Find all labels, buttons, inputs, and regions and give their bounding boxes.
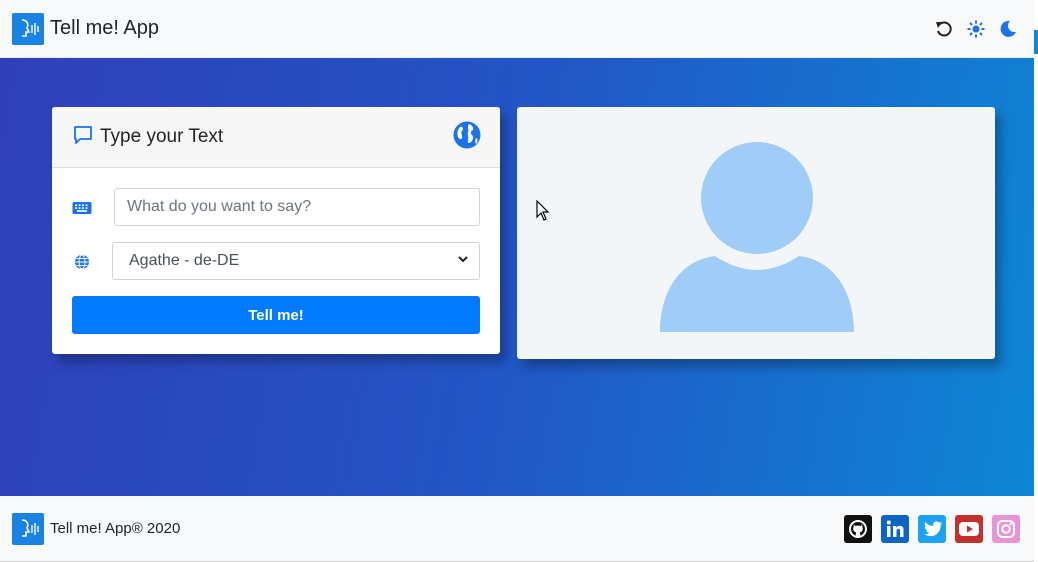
moon-icon[interactable] <box>998 19 1018 39</box>
youtube-icon[interactable] <box>955 514 983 543</box>
reset-icon[interactable] <box>934 19 954 39</box>
globe-icon[interactable] <box>452 120 482 155</box>
window-edge <box>1034 0 1038 562</box>
footer: Tell me! App® 2020 <box>0 496 1034 562</box>
footer-logo-icon <box>12 512 44 545</box>
text-input-card: Type your Text What do you want to say? … <box>52 107 500 354</box>
avatar-card <box>517 107 995 359</box>
app-logo-icon <box>12 12 44 45</box>
voice-select[interactable]: Agathe - de-DE <box>112 242 480 280</box>
chevron-down-icon <box>457 252 469 270</box>
globe-small-icon <box>72 252 92 272</box>
brand-name: Tell me! App <box>50 17 159 39</box>
text-row <box>72 198 92 218</box>
card-title: Type your Text <box>100 126 224 147</box>
sun-icon[interactable] <box>966 19 986 39</box>
chat-bubble-icon <box>72 124 94 151</box>
github-icon[interactable] <box>844 514 872 543</box>
footer-copyright: Tell me! App® 2020 <box>50 520 181 537</box>
keyboard-icon <box>72 198 92 218</box>
voice-row <box>72 252 92 272</box>
brand[interactable]: Tell me! App <box>12 12 159 45</box>
top-navbar: Tell me! App <box>0 0 1034 58</box>
mouse-cursor-icon <box>536 199 550 227</box>
tell-me-button[interactable]: Tell me! <box>72 296 480 334</box>
card-header: Type your Text <box>52 107 500 168</box>
text-input[interactable] <box>114 188 480 226</box>
avatar-placeholder-icon <box>660 142 854 337</box>
voice-select-value: Agathe - de-DE <box>129 252 240 269</box>
instagram-icon[interactable] <box>992 514 1020 543</box>
linkedin-icon[interactable] <box>881 514 909 543</box>
window-edge-mark <box>1034 30 1038 54</box>
twitter-icon[interactable] <box>918 514 946 543</box>
